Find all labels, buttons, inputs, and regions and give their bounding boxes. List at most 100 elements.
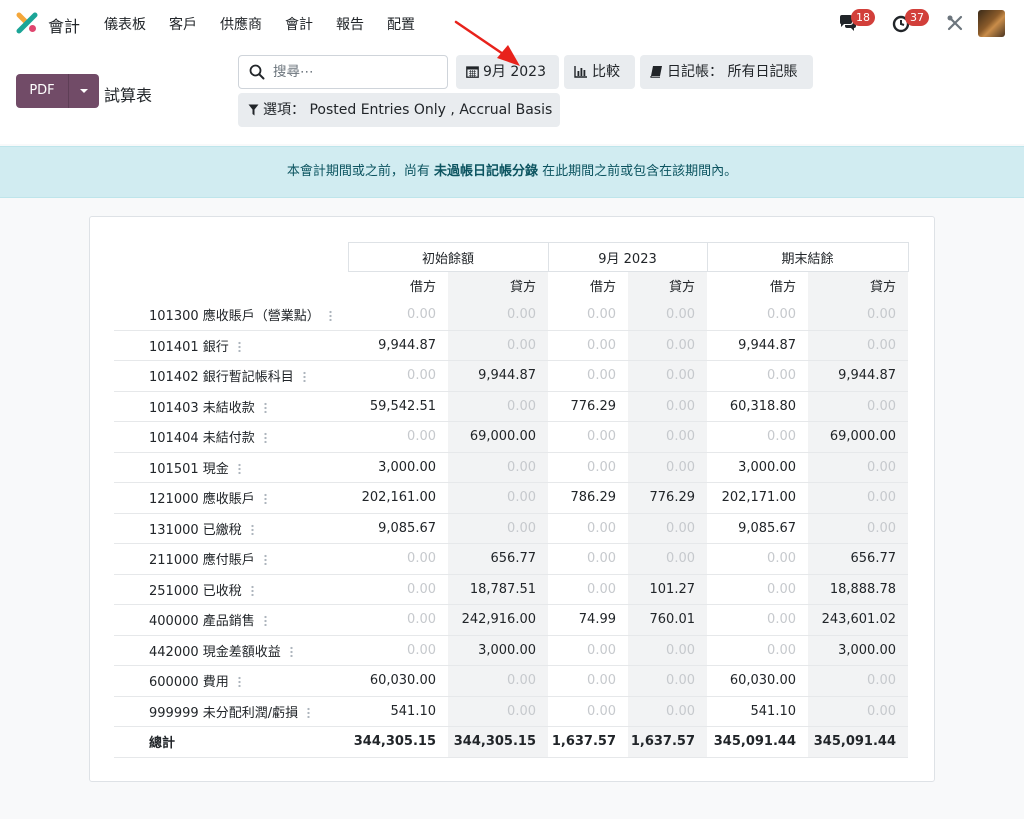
row-menu-icon[interactable]: [328, 310, 332, 321]
total-label: 總計: [114, 726, 348, 758]
row-menu-icon[interactable]: [237, 340, 241, 352]
menu-item-configuration[interactable]: 配置: [387, 14, 415, 34]
sub-header-credit: 貸方: [448, 271, 548, 300]
debit-value-cell: 74.99: [548, 604, 628, 636]
account-name[interactable]: 600000 費用: [149, 675, 229, 690]
credit-value-cell: 0.00: [448, 299, 548, 331]
credit-value-cell: 0.00: [808, 391, 908, 422]
row-menu-icon[interactable]: [263, 615, 267, 627]
credit-value-cell: 0.00: [448, 696, 548, 727]
app-name[interactable]: 會計: [48, 13, 80, 37]
account-cell[interactable]: 101403 未結收款: [114, 391, 348, 422]
alert-text-suffix: 在此期間之前或包含在該期間內。: [538, 164, 738, 179]
debit-value-cell: 0.00: [548, 452, 628, 483]
credit-value-cell: 0.00: [808, 696, 908, 727]
credit-value-cell: 0.00: [808, 299, 908, 331]
journal-filter-button[interactable]: 日記帳： 所有日記賬: [640, 55, 813, 89]
row-menu-icon[interactable]: [289, 645, 293, 657]
account-name[interactable]: 101402 銀行暫記帳科目: [149, 370, 294, 385]
menu-item-dashboard[interactable]: 儀表板: [104, 14, 146, 34]
credit-value-cell: 9,944.87: [808, 360, 908, 392]
app-logo-icon[interactable]: [16, 12, 38, 34]
account-name[interactable]: 101501 現金: [149, 462, 229, 477]
user-avatar[interactable]: [978, 10, 1005, 37]
credit-value-cell: 69,000.00: [448, 421, 548, 453]
debit-value-cell: 0.00: [548, 696, 628, 727]
debit-value-cell: 0.00: [548, 513, 628, 544]
total-value-cell: 1,637.57: [628, 726, 707, 758]
debit-value-cell: 0.00: [548, 299, 628, 331]
group-header-end-balance: 期末結餘: [706, 242, 909, 272]
row-menu-icon[interactable]: [237, 462, 241, 474]
menu-item-accounting[interactable]: 會計: [285, 14, 313, 34]
pdf-button[interactable]: PDF: [16, 74, 68, 108]
row-menu-icon[interactable]: [263, 401, 267, 413]
calendar-icon: [466, 66, 479, 78]
account-cell[interactable]: 121000 應收賬戶: [114, 482, 348, 514]
account-cell[interactable]: 999999 未分配利潤/虧損: [114, 696, 348, 727]
debit-value-cell: 9,085.67: [707, 513, 808, 544]
account-name[interactable]: 999999 未分配利潤/虧損: [149, 706, 298, 721]
credit-value-cell: 0.00: [808, 665, 908, 697]
account-cell[interactable]: 101402 銀行暫記帳科目: [114, 360, 348, 392]
debit-value-cell: 0.00: [348, 299, 448, 331]
table-row: 442000 現金差額收益 0.00 3,000.00 0.00 0.00 0.00 3,0…: [114, 635, 908, 666]
row-menu-icon[interactable]: [263, 493, 267, 505]
debit-value-cell: 0.00: [707, 299, 808, 331]
pdf-dropdown-toggle[interactable]: [68, 74, 99, 108]
debug-tools-icon[interactable]: [946, 14, 964, 32]
account-cell[interactable]: 101501 現金: [114, 452, 348, 483]
credit-value-cell: 0.00: [448, 452, 548, 483]
account-cell[interactable]: 101401 銀行: [114, 330, 348, 361]
account-name[interactable]: 131000 已繳稅: [149, 523, 242, 538]
row-menu-icon[interactable]: [307, 706, 311, 718]
menu-item-reporting[interactable]: 報告: [336, 14, 364, 34]
account-cell[interactable]: 101300 應收賬戶（營業點）: [114, 299, 348, 331]
account-name[interactable]: 121000 應收賬戶: [149, 492, 255, 507]
row-menu-icon[interactable]: [263, 432, 267, 444]
options-filter-button[interactable]: 選項： Posted Entries Only , Accrual Basis: [238, 93, 560, 127]
row-menu-icon[interactable]: [263, 554, 267, 566]
compare-button[interactable]: 比較: [564, 55, 635, 89]
debit-value-cell: 0.00: [707, 360, 808, 392]
debit-value-cell: 786.29: [548, 482, 628, 514]
sub-header-debit: 借方: [769, 280, 796, 296]
credit-value-cell: 69,000.00: [808, 421, 908, 453]
date-filter-button[interactable]: 9月 2023: [456, 55, 559, 89]
account-name[interactable]: 211000 應付賬戶: [149, 553, 255, 568]
table-row: 101402 銀行暫記帳科目 0.00 9,944.87 0.00 0.00 0.00 9,…: [114, 360, 908, 392]
row-menu-icon[interactable]: [250, 584, 254, 596]
account-name[interactable]: 101404 未結付款: [149, 431, 255, 446]
menu-item-customers[interactable]: 客戶: [169, 14, 197, 34]
credit-value-cell: 656.77: [808, 543, 908, 575]
page-title: 試算表: [104, 86, 153, 105]
search-box[interactable]: [238, 55, 448, 89]
search-input[interactable]: [273, 62, 441, 82]
account-cell[interactable]: 101404 未結付款: [114, 421, 348, 453]
account-name[interactable]: 251000 已收稅: [149, 584, 242, 599]
unposted-entries-link[interactable]: 未過帳日記帳分錄: [434, 164, 538, 179]
debit-value-cell: 60,318.80: [707, 391, 808, 422]
credit-value-cell: 776.29: [628, 482, 707, 514]
row-menu-icon[interactable]: [302, 371, 306, 383]
account-name[interactable]: 442000 現金差額收益: [149, 645, 281, 660]
row-menu-icon[interactable]: [250, 523, 254, 535]
credit-value-cell: 0.00: [628, 330, 707, 361]
account-name[interactable]: 101403 未結收款: [149, 401, 255, 416]
account-cell[interactable]: 442000 現金差額收益: [114, 635, 348, 666]
account-cell[interactable]: 400000 產品銷售: [114, 604, 348, 636]
account-name[interactable]: 400000 產品銷售: [149, 614, 255, 629]
debit-value-cell: 0.00: [548, 665, 628, 697]
menu-item-vendors[interactable]: 供應商: [220, 14, 262, 34]
row-menu-icon[interactable]: [237, 676, 241, 688]
account-cell[interactable]: 600000 費用: [114, 665, 348, 697]
account-cell[interactable]: 251000 已收稅: [114, 574, 348, 605]
account-cell[interactable]: 131000 已繳稅: [114, 513, 348, 544]
account-name[interactable]: 101401 銀行: [149, 340, 229, 355]
account-cell[interactable]: 211000 應付賬戶: [114, 543, 348, 575]
credit-value-cell: 0.00: [628, 421, 707, 453]
table-row: 999999 未分配利潤/虧損 541.10 0.00 0.00 0.00 541.10 0…: [114, 696, 908, 727]
debit-value-cell: 9,944.87: [348, 330, 448, 361]
account-name[interactable]: 101300 應收賬戶（營業點）: [149, 309, 320, 324]
credit-value-cell: 0.00: [448, 330, 548, 361]
